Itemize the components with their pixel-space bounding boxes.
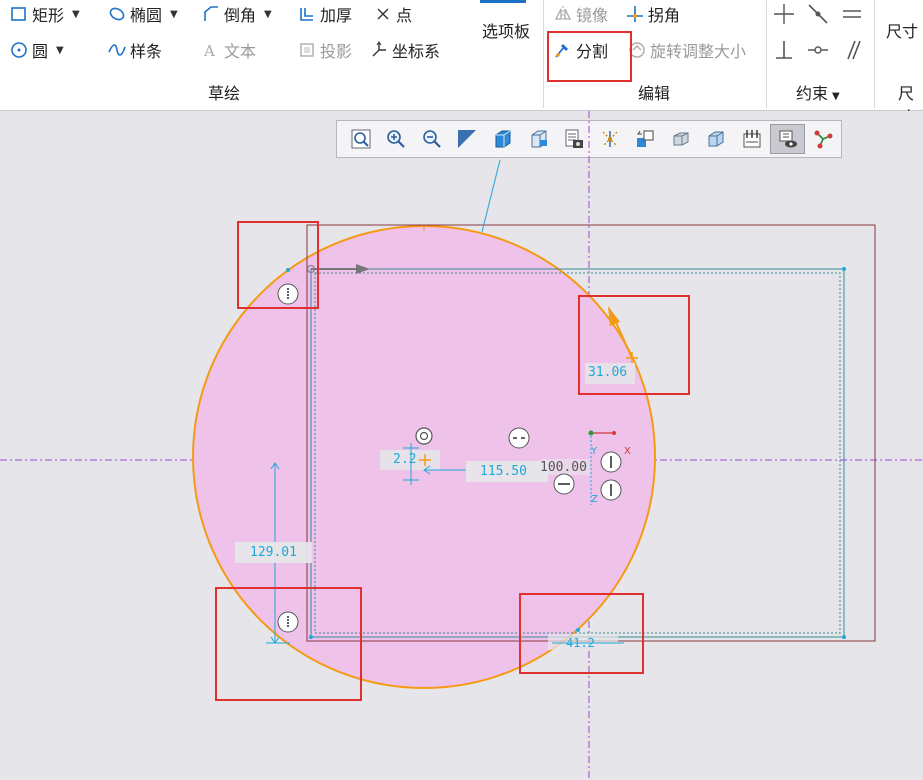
top-right-highlight (578, 295, 690, 395)
distance-dimension[interactable]: 115.50 (480, 464, 527, 479)
sketch-geometry (0, 111, 923, 780)
bottom-left-highlight (215, 587, 362, 701)
height-dimension[interactable]: 129.01 (250, 545, 297, 560)
axis-y-label: Y (591, 446, 598, 457)
tangent-constraint-icon[interactable] (415, 427, 433, 445)
axis-x-label: X (624, 446, 631, 457)
axis-z-label: Z (591, 494, 598, 505)
horizontal-constraint-icon[interactable] (508, 427, 530, 449)
radius-dimension[interactable]: 2.2 (393, 452, 416, 467)
divide-highlight (547, 31, 632, 82)
top-left-highlight (237, 221, 319, 309)
leader-line (481, 159, 501, 233)
bottom-right-highlight (519, 593, 644, 674)
hidden-dimension[interactable]: 100.00 (540, 460, 587, 475)
